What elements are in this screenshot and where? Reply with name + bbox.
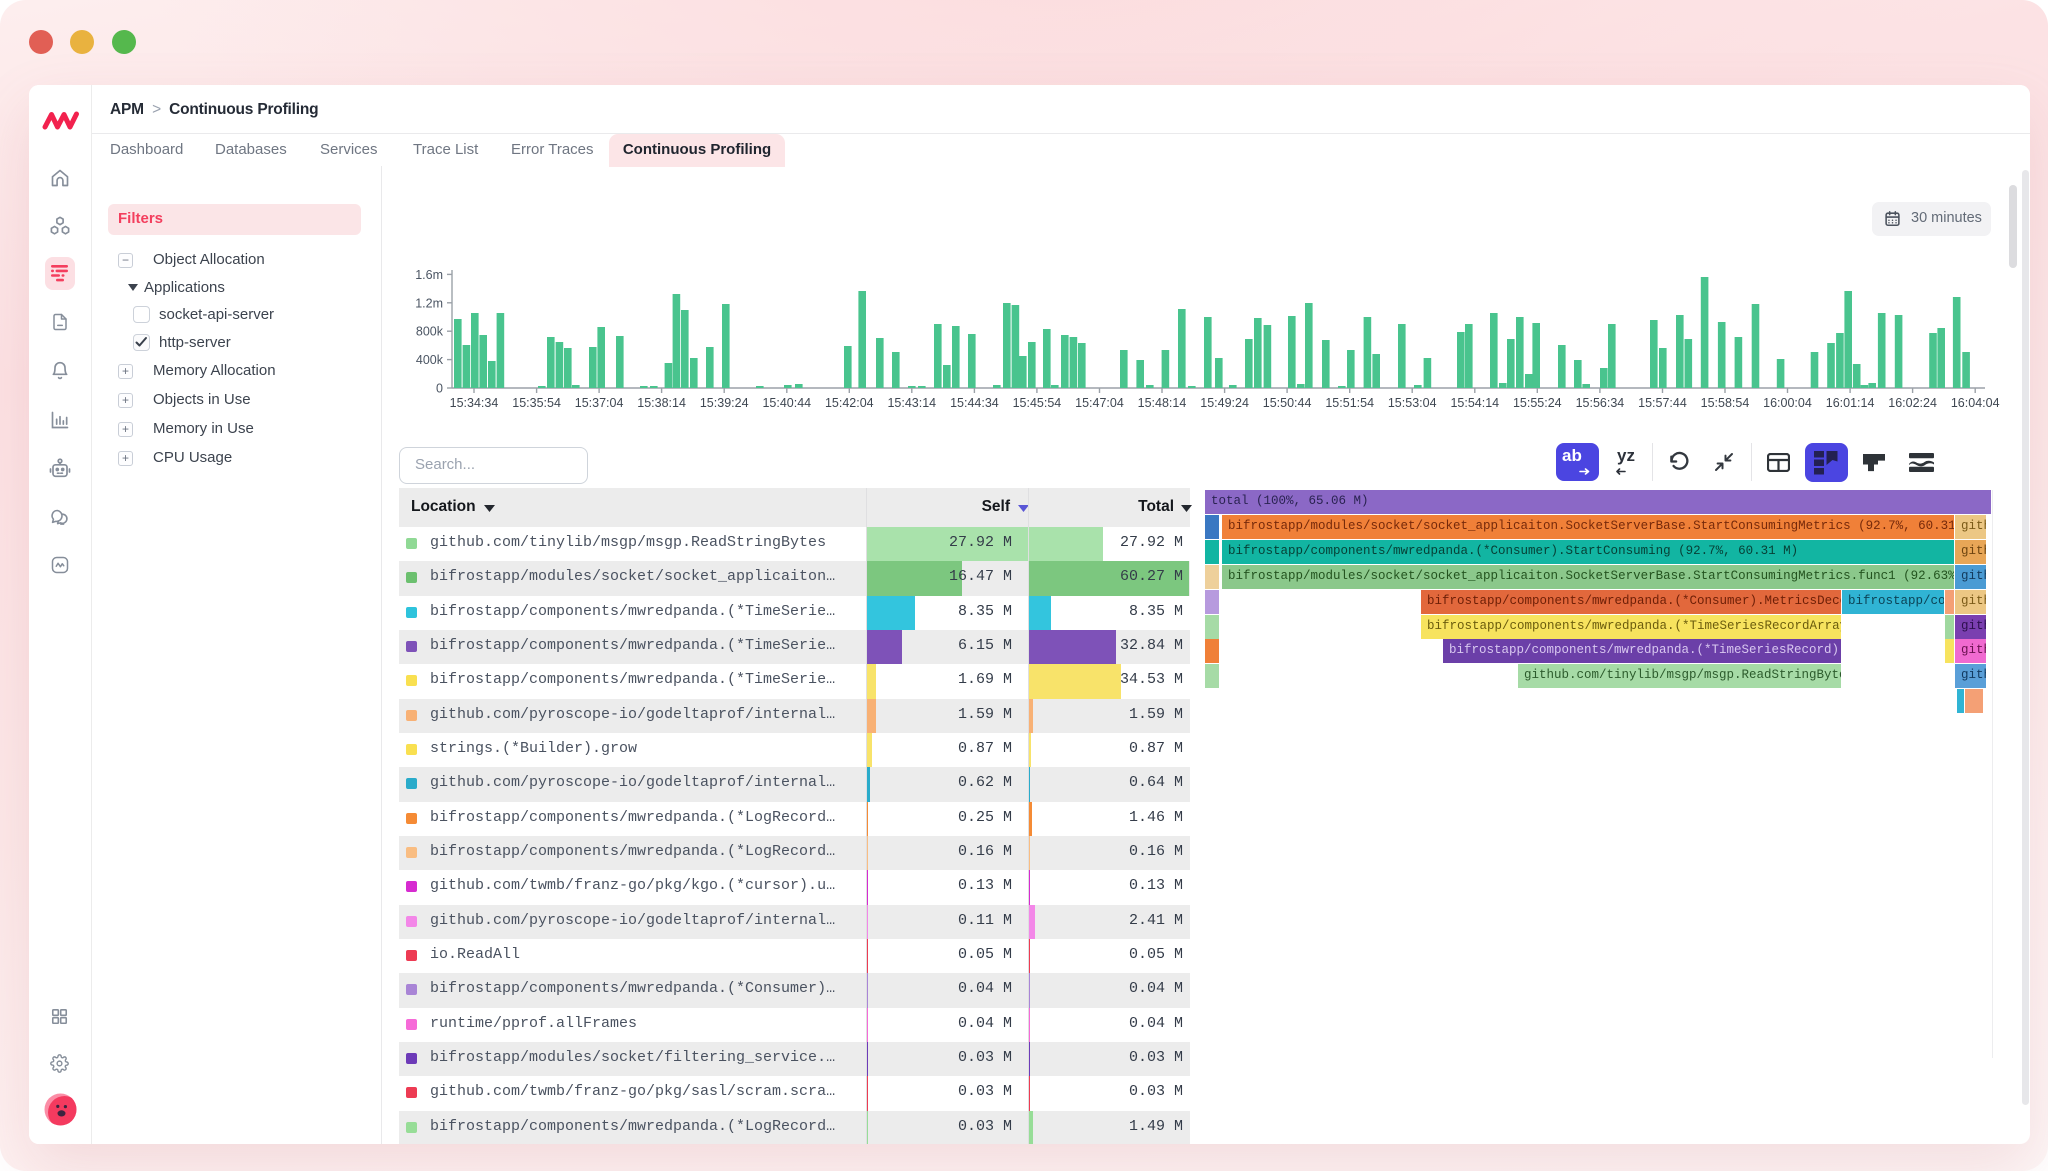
svg-text:0: 0 <box>436 382 443 396</box>
svg-text:15:44:34: 15:44:34 <box>950 396 999 410</box>
svg-text:15:50:44: 15:50:44 <box>1263 396 1312 410</box>
svg-text:15:49:24: 15:49:24 <box>1200 396 1249 410</box>
svg-text:16:02:24: 16:02:24 <box>1888 396 1937 410</box>
svg-text:15:38:14: 15:38:14 <box>637 396 686 410</box>
svg-text:15:47:04: 15:47:04 <box>1075 396 1124 410</box>
svg-text:800k: 800k <box>416 325 444 339</box>
svg-text:15:42:04: 15:42:04 <box>825 396 874 410</box>
svg-text:15:58:54: 15:58:54 <box>1701 396 1750 410</box>
svg-text:15:51:54: 15:51:54 <box>1325 396 1374 410</box>
svg-text:400k: 400k <box>416 353 444 367</box>
svg-text:15:53:04: 15:53:04 <box>1388 396 1437 410</box>
svg-text:15:37:04: 15:37:04 <box>575 396 624 410</box>
svg-text:15:45:54: 15:45:54 <box>1013 396 1062 410</box>
svg-text:15:54:14: 15:54:14 <box>1450 396 1499 410</box>
svg-text:15:35:54: 15:35:54 <box>512 396 561 410</box>
svg-text:1.2m: 1.2m <box>415 296 443 310</box>
svg-text:15:48:14: 15:48:14 <box>1138 396 1187 410</box>
svg-text:15:57:44: 15:57:44 <box>1638 396 1687 410</box>
svg-text:16:01:14: 16:01:14 <box>1826 396 1875 410</box>
svg-text:15:40:44: 15:40:44 <box>762 396 811 410</box>
svg-text:15:34:34: 15:34:34 <box>450 396 499 410</box>
svg-text:15:56:34: 15:56:34 <box>1576 396 1625 410</box>
svg-text:16:00:04: 16:00:04 <box>1763 396 1812 410</box>
svg-text:15:55:24: 15:55:24 <box>1513 396 1562 410</box>
svg-text:1.6m: 1.6m <box>415 268 443 282</box>
svg-text:15:39:24: 15:39:24 <box>700 396 749 410</box>
svg-text:16:04:04: 16:04:04 <box>1951 396 2000 410</box>
svg-text:15:43:14: 15:43:14 <box>887 396 936 410</box>
